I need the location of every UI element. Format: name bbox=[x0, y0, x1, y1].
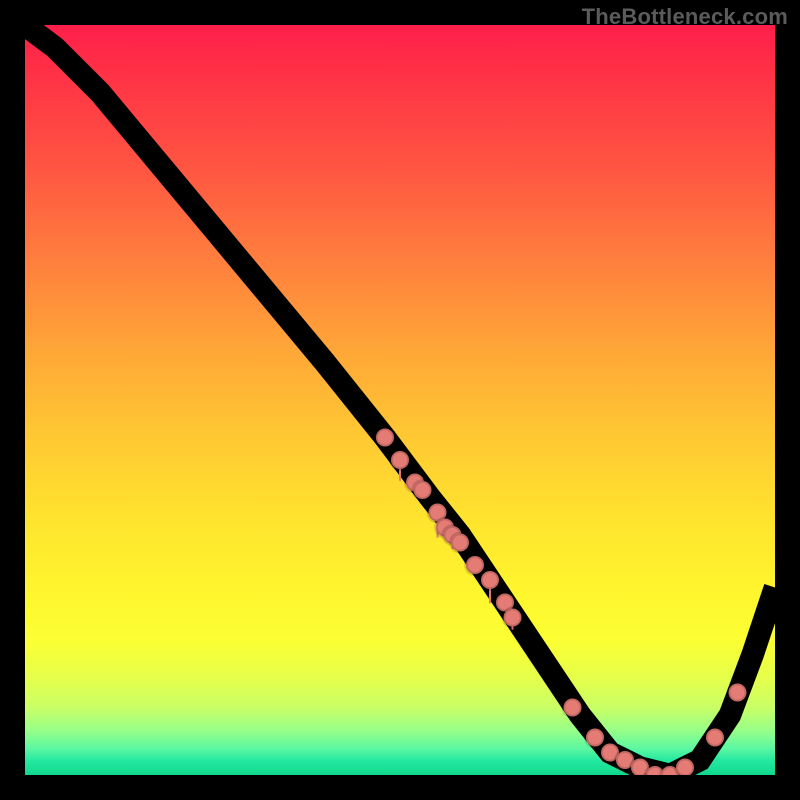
data-point bbox=[676, 759, 694, 776]
data-point bbox=[729, 684, 747, 702]
data-point bbox=[391, 451, 409, 469]
data-point bbox=[414, 481, 432, 499]
data-point bbox=[706, 729, 724, 747]
attribution-text: TheBottleneck.com bbox=[582, 4, 788, 30]
data-point bbox=[466, 556, 484, 574]
curve-svg bbox=[25, 25, 775, 775]
data-point bbox=[481, 571, 499, 589]
data-point bbox=[564, 699, 582, 717]
plot-area bbox=[25, 25, 775, 775]
data-point bbox=[376, 429, 394, 447]
data-point bbox=[504, 609, 522, 627]
curve-line bbox=[25, 25, 775, 775]
data-point bbox=[451, 534, 469, 552]
data-points bbox=[376, 429, 747, 776]
data-point bbox=[586, 729, 604, 747]
chart-canvas: TheBottleneck.com bbox=[0, 0, 800, 800]
